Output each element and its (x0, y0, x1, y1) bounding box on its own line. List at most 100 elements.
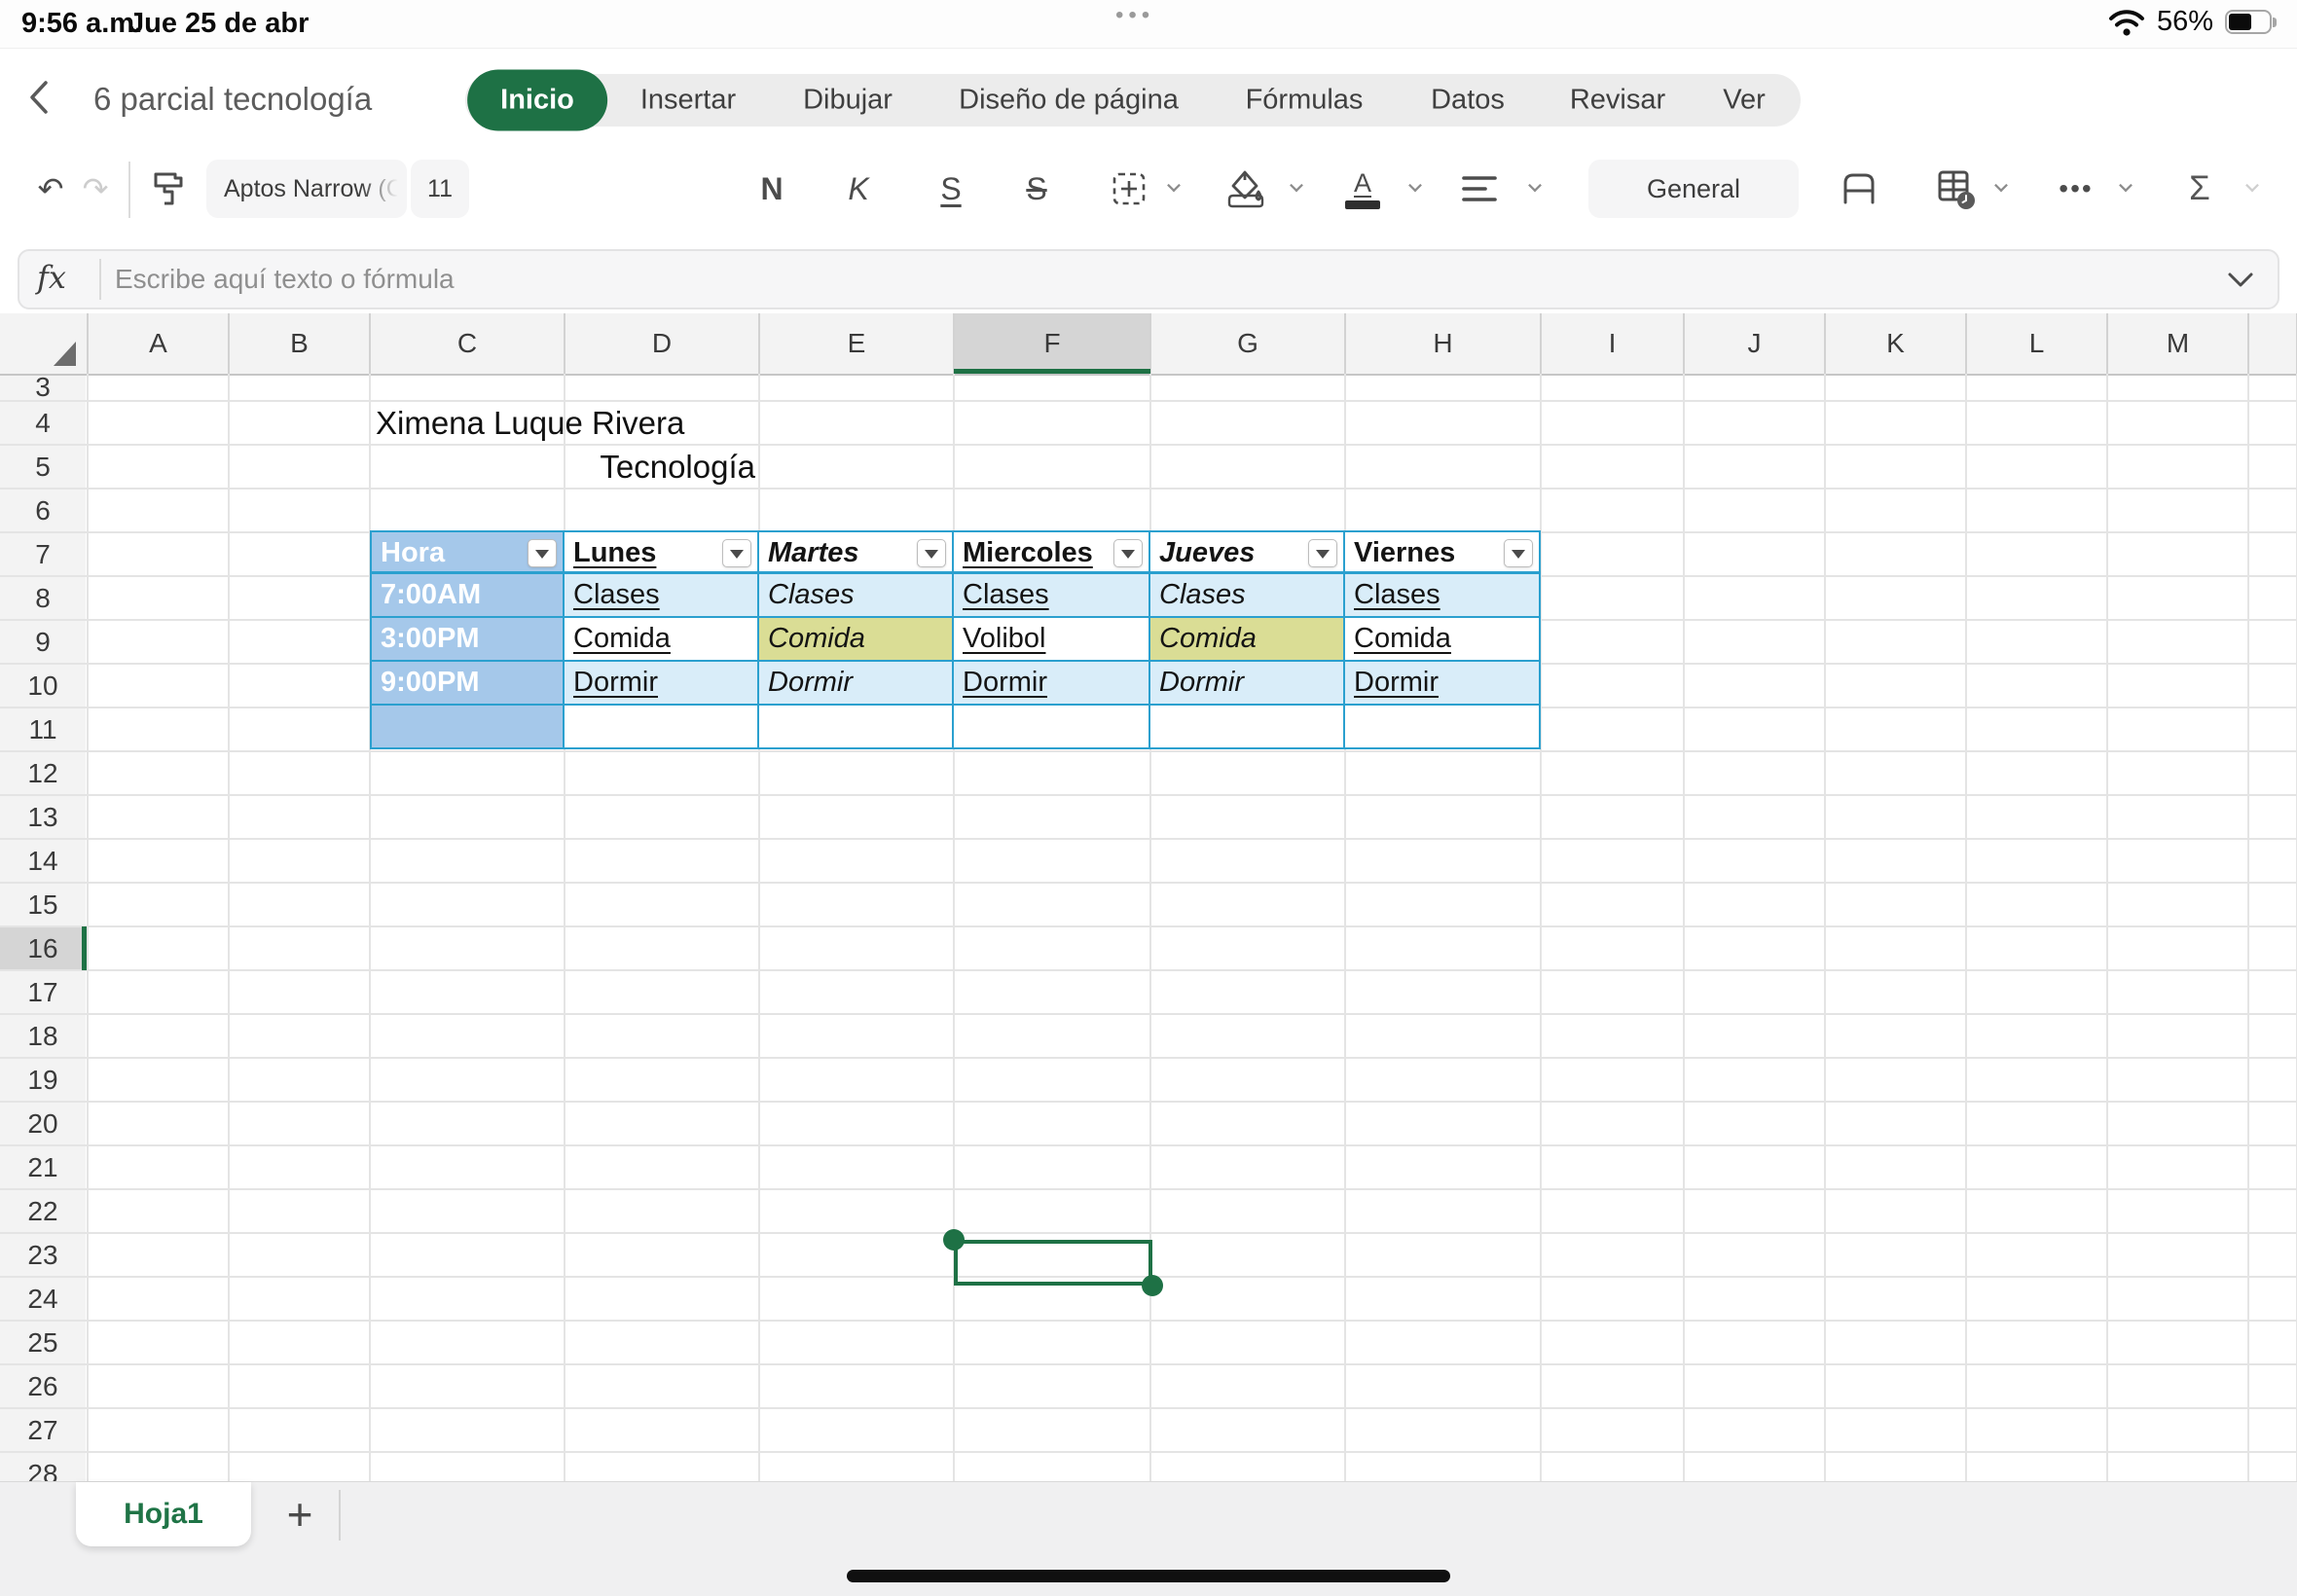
fill-color-icon[interactable] (1223, 146, 1268, 232)
table-header-viernes[interactable]: Viernes (1345, 530, 1541, 574)
italic-button[interactable]: K (848, 146, 868, 232)
row-header-10[interactable]: 10 (0, 670, 86, 703)
column-header-C[interactable]: C (370, 328, 565, 359)
filter-button-miercoles[interactable] (1113, 539, 1143, 567)
row-header-27[interactable]: 27 (0, 1414, 86, 1447)
formula-input[interactable]: fx Escribe aquí texto o fórmula (18, 249, 2279, 309)
row-header-4[interactable]: 4 (0, 407, 86, 440)
row-header-24[interactable]: 24 (0, 1283, 86, 1316)
table-cell-r10c1[interactable]: Dormir (565, 662, 759, 706)
ribbon-tab-revisar[interactable]: Revisar (1545, 71, 1691, 130)
undo-button[interactable]: ↶ (38, 146, 64, 232)
column-header-G[interactable]: G (1150, 328, 1345, 359)
strikethrough-button[interactable]: S (1026, 146, 1046, 232)
format-as-table-icon[interactable] (1934, 146, 1979, 232)
font-color-dropdown-chevron[interactable] (1409, 179, 1422, 197)
table-cell-r8c2[interactable]: Clases (759, 574, 954, 618)
table-cell-r10c5[interactable]: Dormir (1345, 662, 1541, 706)
ribbon-tab-formulas[interactable]: Fórmulas (1221, 71, 1389, 130)
filter-button-viernes[interactable] (1504, 539, 1533, 567)
sheet-tab-hoja1[interactable]: Hoja1 (76, 1482, 251, 1546)
table-cell-r8c1[interactable]: Clases (565, 574, 759, 618)
table-cell-r11c4[interactable] (1150, 706, 1345, 749)
table-cell-r10c4[interactable]: Dormir (1150, 662, 1345, 706)
row-header-25[interactable]: 25 (0, 1326, 86, 1360)
redo-button[interactable]: ↷ (83, 146, 109, 232)
filter-button-martes[interactable] (917, 539, 946, 567)
autosum-chevron[interactable] (2246, 179, 2259, 197)
row-header-13[interactable]: 13 (0, 801, 86, 834)
column-header-M[interactable]: M (2107, 328, 2248, 359)
table-cell-r9c1[interactable]: Comida (565, 618, 759, 662)
format-painter-icon[interactable] (148, 146, 189, 232)
fill-color-dropdown-chevron[interactable] (1291, 179, 1303, 197)
table-header-hora[interactable]: Hora (370, 530, 565, 574)
row-header-9[interactable]: 9 (0, 626, 86, 659)
autosum-button[interactable]: Σ (2189, 146, 2210, 232)
table-header-miercoles[interactable]: Miercoles (954, 530, 1150, 574)
ribbon-tab-datos[interactable]: Datos (1405, 71, 1530, 130)
filter-button-jueves[interactable] (1308, 539, 1337, 567)
ribbon-tab-ver[interactable]: Ver (1697, 71, 1791, 130)
column-header-K[interactable]: K (1825, 328, 1966, 359)
column-header-L[interactable]: L (1966, 328, 2107, 359)
number-format-button[interactable]: General (1588, 160, 1799, 218)
table-header-martes[interactable]: Martes (759, 530, 954, 574)
underline-button[interactable]: S (940, 146, 961, 232)
column-header-E[interactable]: E (759, 328, 954, 359)
more-formatting-chevron[interactable] (2120, 179, 2133, 197)
table-cell-r8c3[interactable]: Clases (954, 574, 1150, 618)
column-header-J[interactable]: J (1684, 328, 1825, 359)
bold-button[interactable]: N (760, 146, 783, 232)
font-name-select[interactable]: Aptos Narrow (Cue (206, 160, 407, 218)
table-cell-r8c4[interactable]: Clases (1150, 574, 1345, 618)
cell-time-empty[interactable] (370, 706, 565, 749)
add-sheet-button[interactable]: + (271, 1482, 329, 1546)
row-header-17[interactable]: 17 (0, 976, 86, 1009)
alignment-icon[interactable] (1460, 146, 1499, 232)
column-header-A[interactable]: A (88, 328, 229, 359)
row-header-5[interactable]: 5 (0, 451, 86, 484)
row-header-20[interactable]: 20 (0, 1107, 86, 1141)
table-cell-r8c5[interactable]: Clases (1345, 574, 1541, 618)
row-header-19[interactable]: 19 (0, 1064, 86, 1097)
ribbon-tab-inicio[interactable]: Inicio (467, 70, 607, 131)
table-cell-r10c2[interactable]: Dormir (759, 662, 954, 706)
table-cell-r9c2[interactable]: Comida (759, 618, 954, 662)
row-header-7[interactable]: 7 (0, 538, 86, 571)
ribbon-tab-dibujar[interactable]: Dibujar (778, 71, 918, 130)
column-header-D[interactable]: D (565, 328, 759, 359)
table-cell-r11c2[interactable] (759, 706, 954, 749)
filter-button-hora[interactable] (528, 539, 557, 567)
table-cell-r9c4[interactable]: Comida (1150, 618, 1345, 662)
spreadsheet-grid[interactable]: ABCDEFGHIJKLM345678910111213141516171819… (0, 313, 2297, 1481)
ribbon-tab-diseno-de-pagina[interactable]: Diseño de página (933, 71, 1204, 130)
row-header-18[interactable]: 18 (0, 1020, 86, 1053)
row-header-8[interactable]: 8 (0, 582, 86, 615)
font-color-icon[interactable]: A (1345, 146, 1380, 232)
column-header-F[interactable]: F (954, 328, 1150, 359)
column-header-H[interactable]: H (1345, 328, 1541, 359)
selection-handle-top-left[interactable] (943, 1229, 965, 1251)
cell-C4[interactable]: Ximena Luque Rivera (376, 401, 784, 445)
column-header-B[interactable]: B (229, 328, 370, 359)
cell-time-7:00am[interactable]: 7:00AM (370, 574, 565, 618)
cell-time-9:00pm[interactable]: 9:00PM (370, 662, 565, 706)
selection-handle-bottom-right[interactable] (1142, 1275, 1163, 1296)
formula-expand-chevron[interactable] (2227, 271, 2254, 288)
row-header-22[interactable]: 22 (0, 1195, 86, 1228)
row-header-15[interactable]: 15 (0, 889, 86, 922)
alignment-dropdown-chevron[interactable] (1529, 179, 1542, 197)
row-header-14[interactable]: 14 (0, 845, 86, 878)
multitask-handle-icon[interactable]: ••• (1115, 2, 1154, 29)
select-all-corner[interactable] (51, 339, 80, 368)
row-header-26[interactable]: 26 (0, 1370, 86, 1403)
home-indicator[interactable] (847, 1570, 1450, 1582)
column-header-I[interactable]: I (1541, 328, 1684, 359)
ribbon-tab-insertar[interactable]: Insertar (615, 71, 761, 130)
merge-cells-icon[interactable] (1838, 146, 1880, 232)
font-size-select[interactable]: 11 (411, 160, 469, 218)
row-header-3[interactable]: 3 (0, 371, 86, 404)
row-header-21[interactable]: 21 (0, 1151, 86, 1184)
row-header-16[interactable]: 16 (0, 932, 86, 965)
